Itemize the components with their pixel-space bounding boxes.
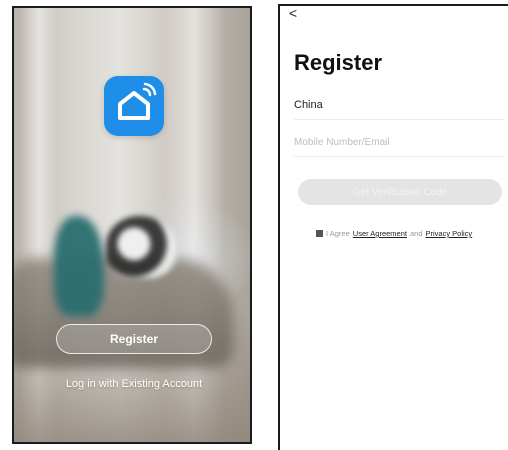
privacy-policy-link[interactable]: Privacy Policy: [426, 229, 473, 238]
welcome-screen: Register Log in with Existing Account: [12, 6, 252, 444]
back-chevron-icon[interactable]: <: [286, 6, 300, 20]
agreement-and: and: [409, 229, 423, 238]
agreement-row: I Agree User Agreement and Privacy Polic…: [316, 229, 472, 238]
register-screen: < Register China Get Verification Code I…: [278, 4, 508, 450]
mobile-email-input[interactable]: [294, 134, 494, 150]
page-title: Register: [294, 50, 383, 75]
login-existing-account-link[interactable]: Log in with Existing Account: [34, 378, 234, 390]
divider: [294, 156, 504, 157]
background-blanket: [54, 216, 104, 316]
get-verification-code-button[interactable]: Get Verification Code: [298, 179, 502, 205]
agreement-prefix: I Agree: [326, 229, 350, 238]
user-agreement-link[interactable]: User Agreement: [353, 229, 407, 238]
divider: [294, 119, 504, 120]
register-button[interactable]: Register: [56, 324, 212, 354]
country-selector[interactable]: China: [294, 99, 323, 111]
background-dog: [106, 216, 176, 278]
smart-home-icon: [104, 76, 164, 136]
agreement-checkbox[interactable]: [316, 230, 323, 237]
